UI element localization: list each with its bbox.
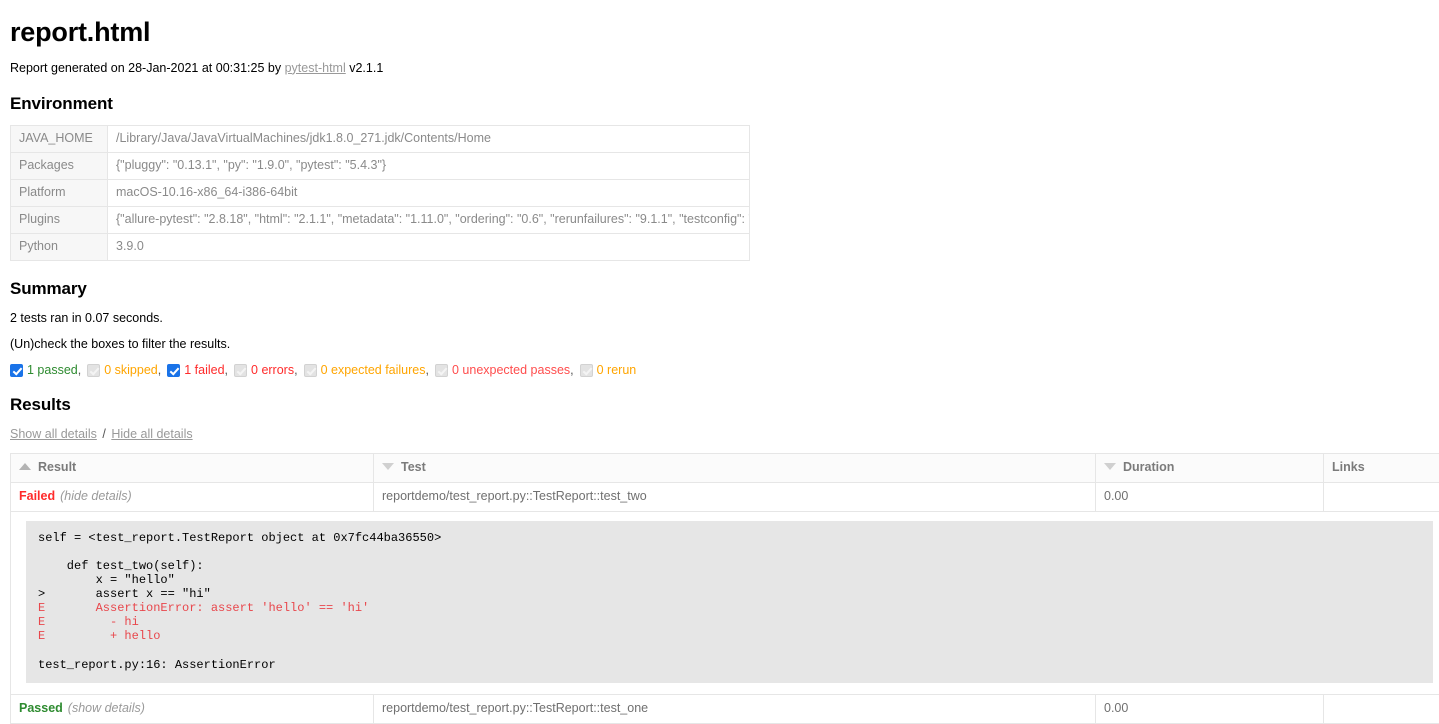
- results-table: Result Test Duration Links Failed (hide d…: [10, 453, 1439, 724]
- filter-errors[interactable]: 0 errors: [234, 364, 294, 377]
- column-header-links[interactable]: Links: [1324, 453, 1439, 482]
- filter-separator: ,: [158, 364, 161, 377]
- filter-label-expected-failures: 0 expected failures: [321, 364, 426, 377]
- traceback-cell: self = <test_report.TestReport object at…: [11, 511, 1439, 694]
- links-separator: /: [102, 427, 105, 441]
- table-row: Platform macOS-10.16-x86_64-i386-64bit: [11, 179, 750, 206]
- table-row: Plugins {"allure-pytest": "2.8.18", "htm…: [11, 206, 750, 233]
- filter-skipped[interactable]: 0 skipped: [87, 364, 158, 377]
- duration-cell: 0.00: [1096, 482, 1324, 511]
- result-filters: 1 passed , 0 skipped , 1 failed , 0 erro…: [10, 364, 1429, 377]
- report-page: report.html Report generated on 28-Jan-2…: [0, 0, 1439, 724]
- generated-prefix: Report generated on: [10, 61, 125, 75]
- page-title: report.html: [10, 18, 1429, 48]
- filter-separator: ,: [78, 364, 81, 377]
- environment-value: {"pluggy": "0.13.1", "py": "1.9.0", "pyt…: [108, 152, 750, 179]
- checkbox-skipped[interactable]: [87, 364, 100, 377]
- table-row: Packages {"pluggy": "0.13.1", "py": "1.9…: [11, 152, 750, 179]
- environment-key: Python: [11, 233, 108, 260]
- generated-date: 28-Jan-2021: [128, 61, 198, 75]
- generated-by-word: by: [268, 61, 281, 75]
- filter-failed[interactable]: 1 failed: [167, 364, 224, 377]
- generated-time: 00:31:25: [216, 61, 265, 75]
- filter-rerun[interactable]: 0 rerun: [580, 364, 637, 377]
- column-label-result: Result: [38, 460, 76, 474]
- table-row: Python 3.9.0: [11, 233, 750, 260]
- environment-heading: Environment: [10, 94, 1429, 114]
- environment-value: macOS-10.16-x86_64-i386-64bit: [108, 179, 750, 206]
- checkbox-expected-failures[interactable]: [304, 364, 317, 377]
- filter-label-unexpected-passes: 0 unexpected passes: [452, 364, 570, 377]
- filter-separator: ,: [570, 364, 573, 377]
- traceback-log: self = <test_report.TestReport object at…: [26, 521, 1433, 683]
- toggle-details-link[interactable]: (hide details): [60, 489, 132, 503]
- status-badge: Failed: [19, 489, 55, 503]
- column-header-result[interactable]: Result: [11, 453, 374, 482]
- sort-ascending-icon: [19, 463, 31, 470]
- column-header-test[interactable]: Test: [374, 453, 1096, 482]
- environment-value: /Library/Java/JavaVirtualMachines/jdk1.8…: [108, 125, 750, 152]
- sort-descending-icon: [1104, 463, 1116, 470]
- environment-table: JAVA_HOME /Library/Java/JavaVirtualMachi…: [10, 125, 750, 261]
- traceback-row: self = <test_report.TestReport object at…: [11, 511, 1439, 694]
- column-header-duration[interactable]: Duration: [1096, 453, 1324, 482]
- environment-key: Plugins: [11, 206, 108, 233]
- filter-expected-failures[interactable]: 0 expected failures: [304, 364, 426, 377]
- links-cell: [1324, 694, 1439, 723]
- traceback-head: self = <test_report.TestReport object at…: [38, 531, 441, 601]
- column-label-duration: Duration: [1123, 460, 1174, 474]
- traceback-error-lines: E AssertionError: assert 'hello' == 'hi'…: [38, 601, 369, 643]
- filter-unexpected-passes[interactable]: 0 unexpected passes: [435, 364, 570, 377]
- show-all-details-link[interactable]: Show all details: [10, 427, 97, 441]
- filter-separator: ,: [294, 364, 297, 377]
- traceback-tail: test_report.py:16: AssertionError: [38, 658, 276, 672]
- filter-label-skipped: 0 skipped: [104, 364, 158, 377]
- checkbox-errors[interactable]: [234, 364, 247, 377]
- status-badge: Passed: [19, 701, 63, 715]
- table-row: Passed (show details) reportdemo/test_rep…: [11, 694, 1439, 723]
- toggle-details-link[interactable]: (show details): [68, 701, 145, 715]
- filter-hint: (Un)check the boxes to filter the result…: [10, 337, 1429, 351]
- filter-label-errors: 0 errors: [251, 364, 294, 377]
- checkbox-passed[interactable]: [10, 364, 23, 377]
- test-run-summary: 2 tests ran in 0.07 seconds.: [10, 311, 1429, 325]
- column-label-test: Test: [401, 460, 426, 474]
- environment-key: Platform: [11, 179, 108, 206]
- links-cell: [1324, 482, 1439, 511]
- results-heading: Results: [10, 395, 1429, 415]
- checkbox-failed[interactable]: [167, 364, 180, 377]
- result-status-cell[interactable]: Passed (show details): [11, 694, 374, 723]
- duration-cell: 0.00: [1096, 694, 1324, 723]
- environment-key: JAVA_HOME: [11, 125, 108, 152]
- filter-label-passed: 1 passed: [27, 364, 78, 377]
- environment-key: Packages: [11, 152, 108, 179]
- environment-value: {"allure-pytest": "2.8.18", "html": "2.1…: [108, 206, 750, 233]
- results-header-row: Result Test Duration Links: [11, 453, 1439, 482]
- sort-descending-icon: [382, 463, 394, 470]
- result-status-cell[interactable]: Failed (hide details): [11, 482, 374, 511]
- generated-at-word: at: [202, 61, 212, 75]
- hide-all-details-link[interactable]: Hide all details: [111, 427, 192, 441]
- filter-label-failed: 1 failed: [184, 364, 224, 377]
- column-label-links: Links: [1332, 460, 1365, 474]
- filter-separator: ,: [426, 364, 429, 377]
- table-row: Failed (hide details) reportdemo/test_rep…: [11, 482, 1439, 511]
- test-name-cell: reportdemo/test_report.py::TestReport::t…: [374, 694, 1096, 723]
- environment-value: 3.9.0: [108, 233, 750, 260]
- filter-passed[interactable]: 1 passed: [10, 364, 78, 377]
- test-name-cell: reportdemo/test_report.py::TestReport::t…: [374, 482, 1096, 511]
- summary-heading: Summary: [10, 279, 1429, 299]
- filter-label-rerun: 0 rerun: [597, 364, 637, 377]
- pytest-html-link[interactable]: pytest-html: [285, 61, 346, 75]
- checkbox-unexpected-passes[interactable]: [435, 364, 448, 377]
- generated-line: Report generated on 28-Jan-2021 at 00:31…: [10, 61, 1429, 76]
- generator-version: v2.1.1: [349, 61, 383, 75]
- filter-separator: ,: [225, 364, 228, 377]
- checkbox-rerun[interactable]: [580, 364, 593, 377]
- table-row: JAVA_HOME /Library/Java/JavaVirtualMachi…: [11, 125, 750, 152]
- detail-toggle-links: Show all details / Hide all details: [10, 427, 1429, 441]
